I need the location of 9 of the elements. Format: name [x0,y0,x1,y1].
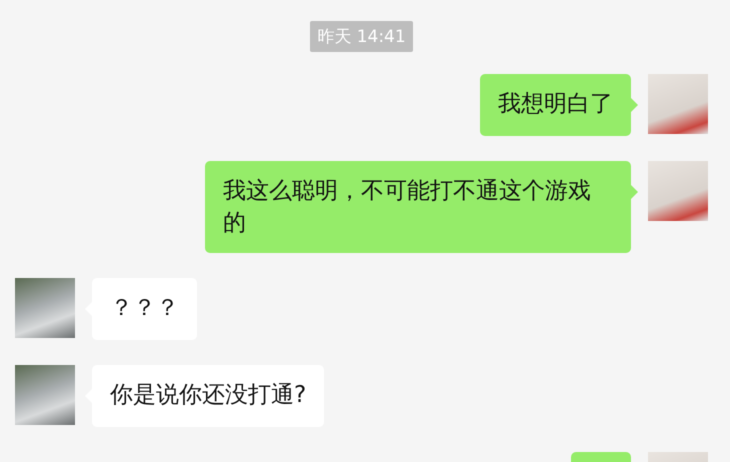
avatar-photo[interactable] [15,278,75,338]
message-bubble: 我想明白了 [480,74,631,136]
message-bubble: 你是说你还没打通? [92,365,324,427]
timestamp: 昨天 14:41 [310,21,413,52]
message-bubble: 我这么聪明，不可能打不通这个游戏的 [205,161,631,253]
message-bubble: ？？？ [92,278,197,340]
avatar-photo[interactable] [648,74,708,134]
avatar-photo[interactable] [15,365,75,425]
avatar-photo[interactable] [648,161,708,221]
